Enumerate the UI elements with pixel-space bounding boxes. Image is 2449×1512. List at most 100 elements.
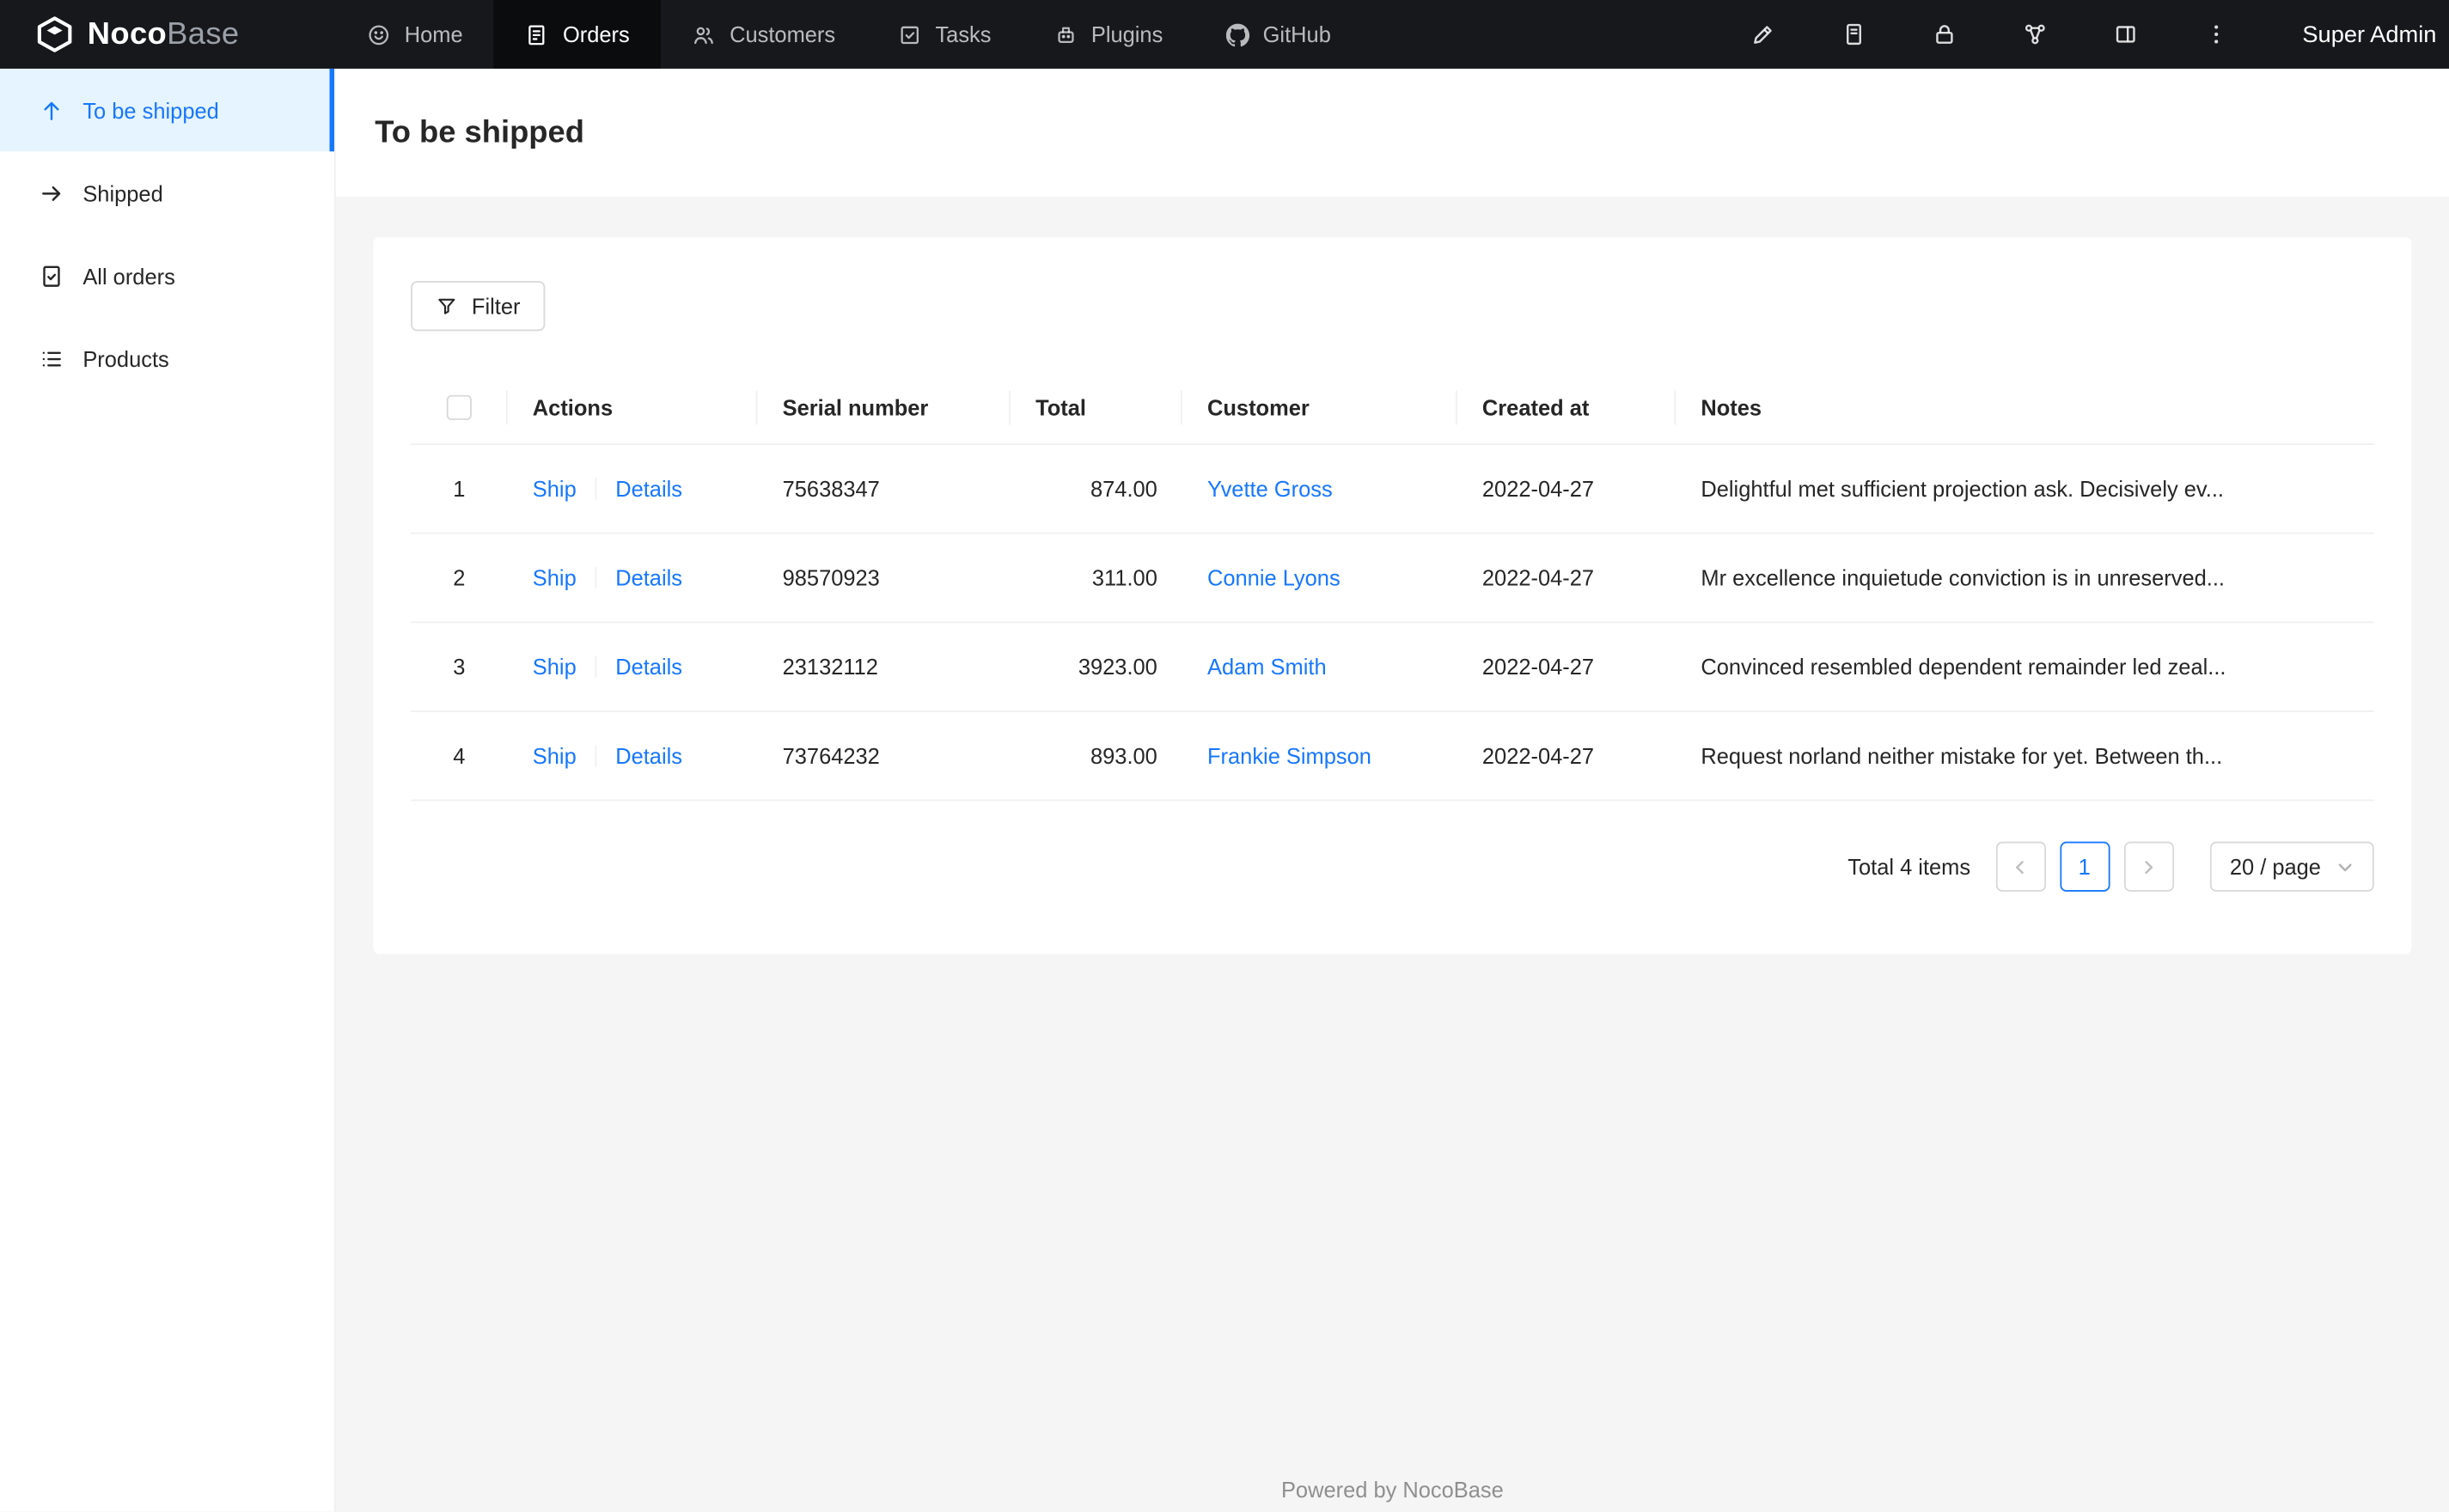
column-header-created-at[interactable]: Created at	[1457, 369, 1676, 446]
serial-number-cell: 23132112	[757, 622, 1011, 713]
nav-item-plugins[interactable]: Plugins	[1023, 0, 1194, 69]
lock-button[interactable]	[1899, 0, 1989, 69]
next-page-button[interactable]	[2123, 842, 2174, 893]
sidebar-item-to-be-shipped[interactable]: To be shipped	[0, 68, 334, 152]
orders-card: Filter Actions Serial number Total Custo…	[373, 237, 2412, 955]
nav-item-label: Orders	[562, 21, 630, 47]
filter-button[interactable]: Filter	[411, 281, 546, 332]
table-row: 4 Ship Details 73764232 893.00 Frankie Si…	[411, 711, 2374, 802]
total-cell: 874.00	[1010, 444, 1182, 535]
orders-table: Actions Serial number Total Customer Cre…	[411, 369, 2374, 802]
details-link[interactable]: Details	[615, 477, 682, 502]
nav-item-tasks[interactable]: Tasks	[866, 0, 1022, 69]
logo[interactable]: NocoBase	[0, 0, 336, 69]
table-header-row: Actions Serial number Total Customer Cre…	[411, 369, 2374, 446]
sidebar-item-label: Shipped	[82, 180, 163, 206]
nav-item-orders[interactable]: Orders	[494, 0, 662, 69]
sidebar-item-products[interactable]: Products	[0, 317, 334, 399]
serial-number-cell: 75638347	[757, 444, 1011, 535]
ship-link[interactable]: Ship	[533, 655, 577, 680]
customer-cell: Connie Lyons	[1182, 533, 1457, 624]
tasks-icon	[901, 25, 919, 44]
column-header-notes[interactable]: Notes	[1676, 369, 2374, 446]
main-menu: Home Orders Customers Tasks Plugins GitH…	[336, 0, 1362, 69]
ship-link[interactable]: Ship	[533, 744, 577, 769]
logo-text: NocoBase	[87, 16, 240, 52]
column-header-serial[interactable]: Serial number	[757, 369, 1011, 446]
created-at-cell: 2022-04-27	[1457, 533, 1676, 624]
nav-item-label: Plugins	[1090, 21, 1163, 47]
page-1-button[interactable]: 1	[2059, 842, 2110, 893]
navbar-actions: Super Admin	[1719, 0, 2449, 69]
nav-item-home[interactable]: Home	[336, 0, 494, 69]
row-index: 4	[411, 711, 508, 802]
layout-icon	[2116, 26, 2135, 43]
notes-cell: Mr excellence inquietude conviction is i…	[1676, 533, 2374, 624]
sidebar-item-label: To be shipped	[82, 97, 219, 123]
ship-link[interactable]: Ship	[533, 477, 577, 502]
details-link[interactable]: Details	[615, 566, 682, 591]
pagination-total: Total 4 items	[1847, 854, 1971, 880]
customer-link[interactable]: Yvette Gross	[1207, 477, 1333, 502]
customer-cell: Frankie Simpson	[1182, 711, 1457, 802]
layout-button[interactable]	[2080, 0, 2171, 69]
page-size-select[interactable]: 20 / page	[2209, 842, 2374, 893]
chevron-down-icon	[2338, 863, 2352, 871]
nav-item-label: Customers	[730, 21, 836, 47]
prev-page-button[interactable]	[1995, 842, 2046, 893]
chevron-left-icon	[2016, 860, 2025, 874]
arrow-right-icon	[42, 185, 61, 200]
pagination: Total 4 items 1 20 / page	[411, 842, 2374, 893]
customer-link[interactable]: Connie Lyons	[1207, 566, 1341, 591]
sidebar-item-label: Products	[82, 345, 169, 371]
collections-graph-button[interactable]	[1990, 0, 2080, 69]
sidebar-item-shipped[interactable]: Shipped	[0, 151, 334, 234]
total-cell: 893.00	[1010, 711, 1182, 802]
row-actions: Ship Details	[507, 444, 758, 535]
table-row: 3 Ship Details 23132112 3923.00 Adam Smit…	[411, 622, 2374, 713]
customers-icon	[694, 26, 714, 44]
main-area: To be shipped Filter Actions Serial numb…	[335, 68, 2449, 1512]
details-link[interactable]: Details	[615, 744, 682, 769]
arrow-up-icon	[44, 101, 59, 120]
details-link[interactable]: Details	[615, 655, 682, 680]
customer-link[interactable]: Frankie Simpson	[1207, 744, 1371, 769]
plugins-icon	[1057, 26, 1073, 43]
top-navbar: NocoBase Home Orders Customers Tasks Plu…	[0, 0, 2449, 69]
notebook-button[interactable]	[1809, 0, 1899, 69]
notes-cell: Request norland neither mistake for yet.…	[1676, 711, 2374, 802]
created-at-cell: 2022-04-27	[1457, 622, 1676, 713]
total-cell: 3923.00	[1010, 622, 1182, 713]
user-menu[interactable]: Super Admin	[2302, 21, 2436, 48]
select-all-checkbox[interactable]	[446, 395, 472, 421]
column-header-actions[interactable]: Actions	[507, 369, 758, 446]
action-divider	[595, 567, 597, 589]
row-actions: Ship Details	[507, 711, 758, 802]
file-check-icon	[43, 265, 60, 286]
chevron-right-icon	[2145, 860, 2153, 874]
footer-text: Powered by NocoBase	[1280, 1477, 1504, 1503]
action-divider	[595, 655, 597, 679]
column-header-total[interactable]: Total	[1010, 369, 1182, 446]
nav-item-label: Home	[404, 21, 463, 47]
customer-link[interactable]: Adam Smith	[1207, 655, 1327, 680]
share-network-icon	[2025, 24, 2045, 45]
more-button[interactable]	[2171, 0, 2262, 69]
home-icon	[369, 24, 389, 45]
nav-item-customers[interactable]: Customers	[661, 0, 866, 69]
app-root: NocoBase Home Orders Customers Tasks Plu…	[0, 0, 2449, 1512]
more-vertical-icon	[2214, 25, 2219, 44]
notes-cell: Convinced resembled dependent remainder …	[1676, 622, 2374, 713]
ship-link[interactable]: Ship	[533, 566, 577, 591]
nav-item-github[interactable]: GitHub	[1194, 0, 1363, 69]
action-divider	[595, 745, 597, 767]
column-header-customer[interactable]: Customer	[1182, 369, 1457, 446]
table-row: 2 Ship Details 98570923 311.00 Connie Lyo…	[411, 533, 2374, 624]
sidebar-item-all-orders[interactable]: All orders	[0, 235, 334, 317]
orders-icon	[528, 24, 546, 45]
row-actions: Ship Details	[507, 533, 758, 624]
nav-item-label: GitHub	[1262, 21, 1331, 47]
ui-editor-button[interactable]	[1719, 0, 1809, 69]
created-at-cell: 2022-04-27	[1457, 711, 1676, 802]
customer-cell: Yvette Gross	[1182, 444, 1457, 535]
